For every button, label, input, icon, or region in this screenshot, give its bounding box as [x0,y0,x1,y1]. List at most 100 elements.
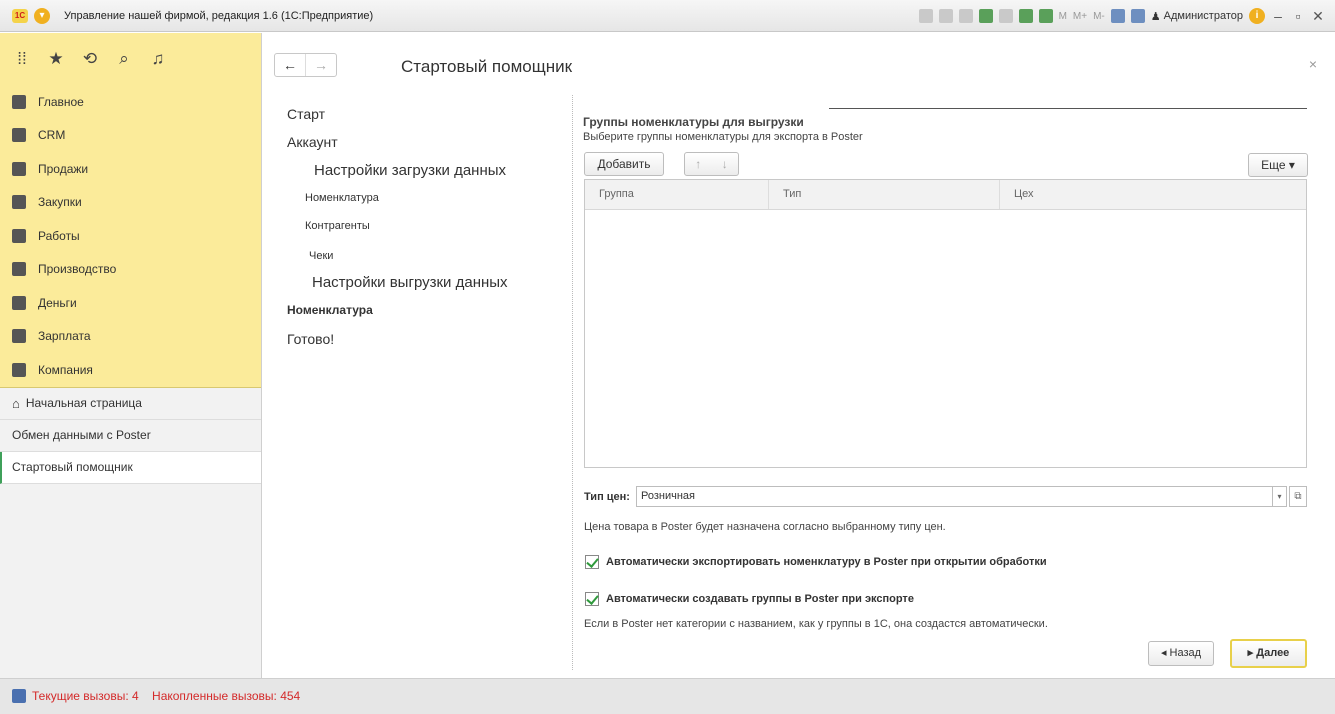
sidebar-open-window-exchange[interactable]: Обмен данными с Poster [0,420,261,452]
sales-icon [12,161,26,176]
step-done[interactable]: Готово! [287,331,334,347]
sidebar-item-works[interactable]: Работы [0,219,261,253]
chevron-down-icon: ▾ [1288,158,1295,172]
sidebar-item-main[interactable]: Главное [0,85,261,119]
back-button[interactable]: ◂ Назад [1148,641,1214,666]
auto-groups-label[interactable]: Автоматически создавать группы в Poster … [606,593,914,605]
sidebar-item-salary[interactable]: Зарплата [0,320,261,354]
calculator-icon[interactable] [1018,9,1033,23]
history-nav: ← → [274,53,337,77]
factory-icon [12,262,26,277]
panels-icon[interactable] [1130,9,1145,23]
auto-export-checkbox[interactable] [585,555,599,569]
auto-groups-checkbox[interactable] [585,592,599,606]
dropdown-arrow-icon[interactable]: ▾ [1273,486,1287,507]
triangle-left-icon: ◂ [1160,647,1167,659]
user-icon: ♟ [1150,10,1161,23]
add-button[interactable]: Добавить [584,152,664,176]
window-titlebar: 1С ▾ Управление нашей фирмой, редакция 1… [0,0,1335,32]
sidebar-item-label: Работы [38,228,80,243]
purchases-icon [12,195,26,210]
apps-grid-icon[interactable]: ⁞⁞ [14,49,30,69]
groups-section-title: Группы номенклатуры для выгрузки [583,115,804,129]
back-arrow-icon[interactable]: ← [275,54,305,76]
auto-groups-note: Если в Poster нет категории с названием,… [584,618,1048,630]
sidebar-item-label: Зарплата [38,329,91,344]
step-account[interactable]: Аккаунт [287,134,338,150]
sidebar-item-money[interactable]: Деньги [0,286,261,320]
crm-icon [12,128,26,143]
sidebar-item-company[interactable]: Компания [0,353,261,387]
print-icon[interactable] [938,9,953,23]
open-icon[interactable]: ⧉ [1289,486,1307,507]
sidebar-home-link[interactable]: ⌂ Начальная страница [0,388,261,420]
close-window-button[interactable]: ✕ [1311,8,1325,25]
sidebar-sections: Главное CRM Продажи Закупки Работы Произ… [0,85,261,388]
groups-table[interactable]: Группа Тип Цех [584,179,1307,468]
price-type-field[interactable]: Розничная [636,486,1273,507]
auto-export-label[interactable]: Автоматически экспортировать номенклатур… [606,556,1047,568]
form-content: ← → Стартовый помощник × Старт Аккаунт Н… [263,33,1335,678]
back-button-label: Назад [1169,647,1202,659]
groups-description: Выберите группы номенклатуры для экспорт… [583,131,863,143]
move-up-icon[interactable]: ↑ [685,153,712,175]
calendar-icon[interactable] [1038,9,1053,23]
memory-minus-button[interactable]: M- [1093,11,1105,22]
move-buttons: ↑ ↓ [684,152,739,176]
preview-icon[interactable] [958,9,973,23]
table-header: Группа Тип Цех [585,180,1306,210]
sidebar-open-window-assistant[interactable]: Стартовый помощник [0,451,261,484]
column-header-group[interactable]: Группа [585,180,769,209]
maximize-button[interactable]: ▫ [1291,8,1305,24]
page-title: Стартовый помощник [401,57,573,76]
favorites-star-icon[interactable]: ★ [48,49,64,69]
calls-icon [12,689,26,703]
triangle-right-icon: ▸ [1247,647,1254,659]
sidebar-item-sales[interactable]: Продажи [0,152,261,186]
info-icon[interactable]: i [1249,8,1265,24]
notification-bell-icon[interactable]: ♫ [150,49,166,69]
step-load-checks[interactable]: Чеки [309,250,333,262]
memory-m-button[interactable]: M [1059,11,1067,22]
memory-plus-button[interactable]: M+ [1073,11,1087,22]
step-load-settings[interactable]: Настройки загрузки данных [314,162,506,179]
zoom-icon[interactable] [1110,9,1125,23]
section-rule [829,108,1307,109]
user-menu[interactable]: ♟ Администратор [1151,10,1243,23]
step-export-settings[interactable]: Настройки выгрузки данных [312,274,508,291]
more-button[interactable]: Еще ▾ [1248,153,1308,177]
sidebar-item-label: Компания [38,362,93,377]
close-icon[interactable]: × [1309,56,1317,72]
sidebar-item-label: Главное [38,94,84,109]
money-icon [12,295,26,310]
main-menu-button[interactable]: ▾ [34,8,50,24]
sidebar-item-purchases[interactable]: Закупки [0,186,261,220]
column-header-type[interactable]: Тип [769,180,1000,209]
current-calls: Текущие вызовы: 4 [32,689,139,703]
doc-icon[interactable] [918,9,933,23]
move-down-icon[interactable]: ↓ [712,153,739,175]
home-icon: ⌂ [12,395,20,411]
minimize-button[interactable]: – [1271,8,1285,24]
link-icon[interactable] [978,9,993,23]
steps-divider [572,95,573,670]
forward-arrow-icon[interactable]: → [305,54,336,76]
step-load-nomenclature[interactable]: Номенклатура [305,192,379,204]
tools-icon [12,228,26,243]
user-name: Администратор [1163,10,1243,22]
step-export-nomenclature[interactable]: Номенклатура [287,303,373,317]
next-button[interactable]: ▸ Далее [1230,639,1307,668]
sidebar-item-crm[interactable]: CRM [0,119,261,153]
sidebar: ⁞⁞ ★ ⟲ ⌕ ♫ Главное CRM Продажи Закупки Р… [0,33,262,678]
sidebar-item-label: Продажи [38,161,89,176]
search-icon[interactable]: ⌕ [116,49,132,69]
step-start[interactable]: Старт [287,106,325,122]
history-icon[interactable]: ⟲ [82,49,98,69]
column-header-workshop[interactable]: Цех [1000,180,1306,209]
more-button-label: Еще [1261,158,1286,172]
price-type-label: Тип цен: [584,491,630,503]
copy-icon[interactable] [998,9,1013,23]
sidebar-item-production[interactable]: Производство [0,253,261,287]
window-title: Управление нашей фирмой, редакция 1.6 (1… [64,10,374,22]
step-load-contractors[interactable]: Контрагенты [305,220,370,232]
